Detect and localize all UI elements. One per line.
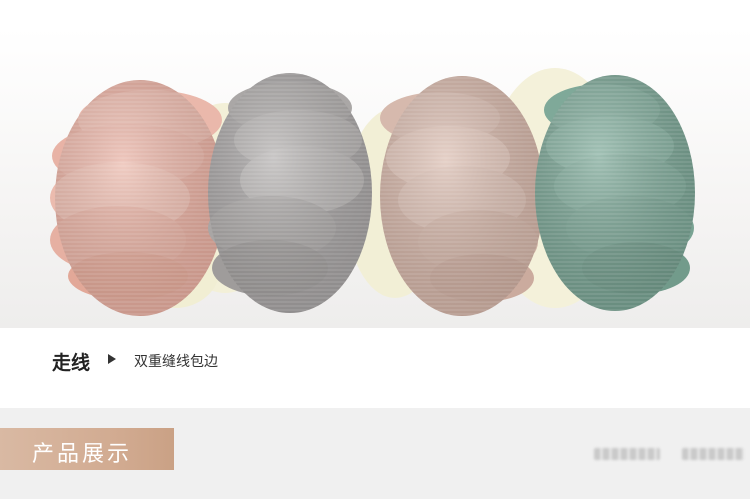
section-title: 产品展示 bbox=[32, 442, 133, 467]
feature-title: 走线 bbox=[52, 352, 91, 374]
section-header-band: 产品展示 bbox=[0, 408, 750, 499]
bath-sponges-illustration bbox=[50, 68, 695, 316]
taupe-sponge bbox=[380, 76, 544, 316]
blurred-text-1 bbox=[594, 448, 660, 460]
product-photo bbox=[0, 28, 750, 328]
pink-sponge bbox=[50, 80, 225, 316]
blurred-text-2 bbox=[682, 448, 744, 460]
play-arrow-icon bbox=[108, 354, 116, 364]
feature-caption: 走线 双重缝线包边 bbox=[0, 328, 750, 400]
gray-sponge bbox=[208, 73, 372, 313]
green-sponge bbox=[535, 75, 695, 311]
feature-description: 双重缝线包边 bbox=[134, 354, 218, 370]
section-tab: 产品展示 bbox=[0, 428, 174, 470]
